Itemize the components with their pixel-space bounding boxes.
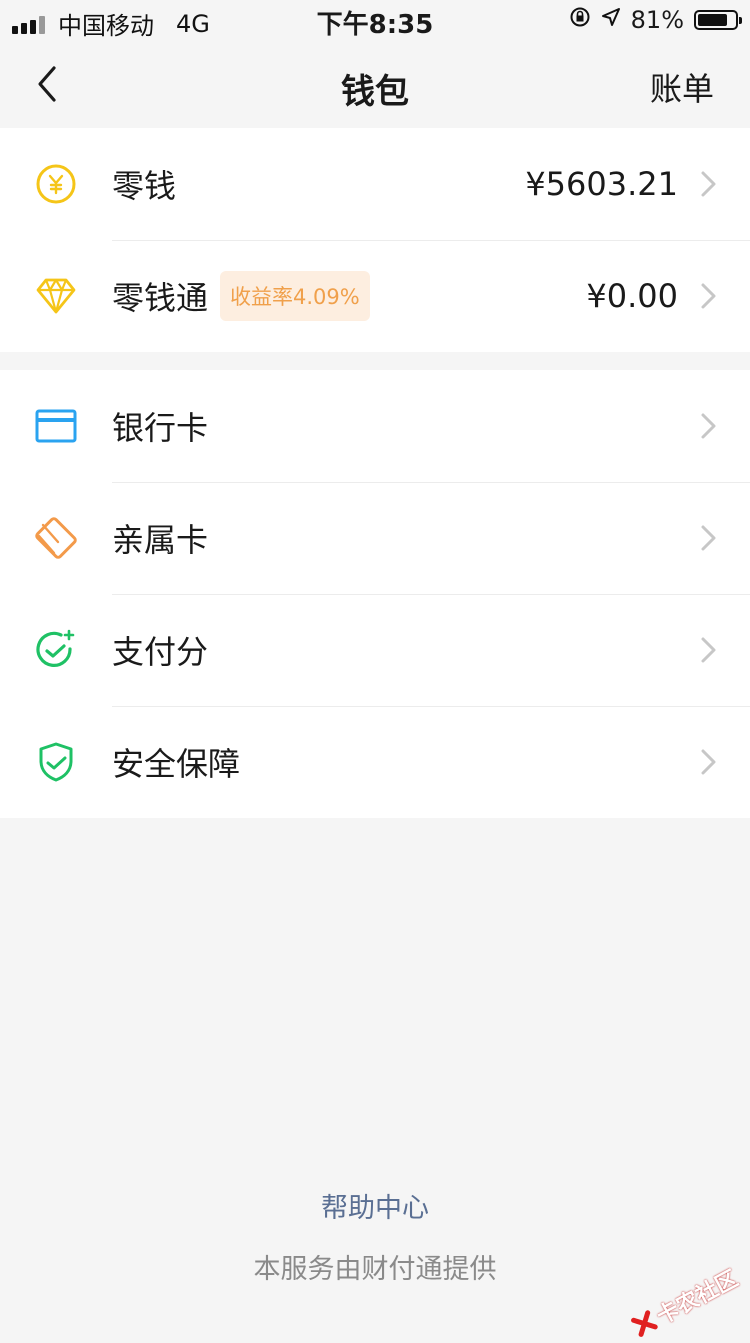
savings-row[interactable]: 零钱通 收益率4.09% ¥0.00 xyxy=(0,240,750,352)
security-label: 安全保障 xyxy=(112,745,241,783)
change-row[interactable]: 零钱 ¥5603.21 xyxy=(0,128,750,240)
status-bar-right: 81% xyxy=(569,6,742,34)
chevron-right-icon xyxy=(701,525,716,551)
battery-fill xyxy=(698,14,728,26)
bank-card-icon xyxy=(0,409,112,443)
family-card-icon xyxy=(0,516,112,560)
balance-group: 零钱 ¥5603.21 零钱通 收益率4.09% ¥0.00 xyxy=(0,128,750,352)
services-group: 银行卡 亲属卡 支付分 安全保障 xyxy=(0,370,750,818)
orientation-lock-icon xyxy=(569,6,591,34)
payscore-label: 支付分 xyxy=(112,633,209,671)
chevron-right-icon xyxy=(701,171,716,197)
security-row[interactable]: 安全保障 xyxy=(0,706,750,818)
footer: 帮助中心 本服务由财付通提供 xyxy=(0,1186,750,1286)
family-card-label: 亲属卡 xyxy=(112,521,209,559)
battery-percent: 81% xyxy=(630,6,684,34)
change-label: 零钱 xyxy=(112,167,177,205)
chevron-right-icon xyxy=(701,283,716,309)
savings-balance: ¥0.00 xyxy=(586,277,678,315)
help-center-link[interactable]: 帮助中心 xyxy=(0,1186,750,1225)
bank-card-row[interactable]: 银行卡 xyxy=(0,370,750,482)
shield-check-icon xyxy=(0,741,112,783)
page-title: 钱包 xyxy=(341,72,409,112)
chevron-right-icon xyxy=(701,413,716,439)
chevron-right-icon xyxy=(701,749,716,775)
yuan-coin-icon xyxy=(0,164,112,204)
watermark-logo-icon xyxy=(631,1310,658,1337)
status-bar: 中国移动 4G 下午8:35 81% xyxy=(0,0,750,40)
diamond-icon xyxy=(0,277,112,315)
nav-bar: 钱包 账单 xyxy=(0,40,750,128)
payscore-icon xyxy=(0,628,112,672)
payscore-row[interactable]: 支付分 xyxy=(0,594,750,706)
family-card-row[interactable]: 亲属卡 xyxy=(0,482,750,594)
provider-note: 本服务由财付通提供 xyxy=(253,1254,497,1285)
bank-card-label: 银行卡 xyxy=(112,409,209,447)
battery-icon xyxy=(694,10,742,30)
chevron-right-icon xyxy=(701,637,716,663)
change-balance: ¥5603.21 xyxy=(525,165,678,203)
bill-button[interactable]: 账单 xyxy=(650,64,714,110)
savings-label: 零钱通 xyxy=(112,279,209,317)
location-arrow-icon xyxy=(601,7,621,33)
yield-rate-badge: 收益率4.09% xyxy=(220,271,370,321)
